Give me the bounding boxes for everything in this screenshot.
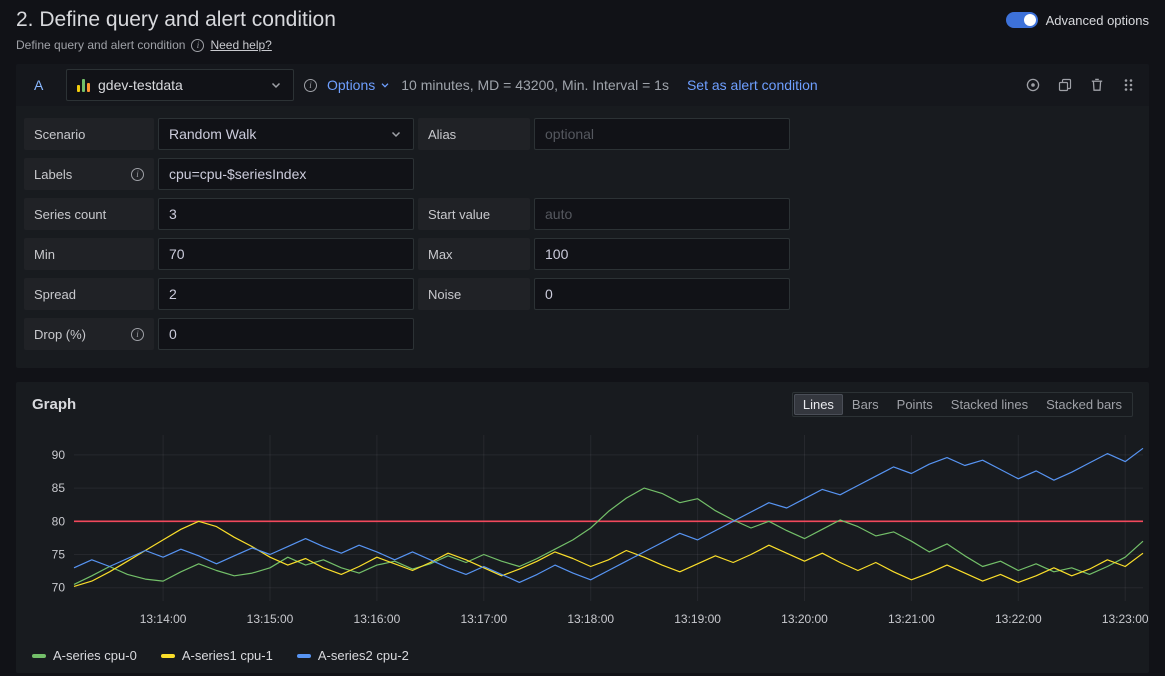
alias-label: Alias — [418, 118, 530, 150]
datasource-picker[interactable]: gdev-testdata — [66, 69, 294, 101]
query-editor-panel: A gdev-testdata i Options 10 minutes, MD… — [16, 64, 1149, 368]
form-row-drop: Drop (%) i — [24, 318, 1141, 350]
graph-panel: Graph Lines Bars Points Stacked lines St… — [16, 382, 1149, 673]
max-input[interactable] — [534, 238, 790, 270]
form-row-labels: Labels i — [24, 158, 1141, 190]
toggle-knob — [1024, 14, 1036, 26]
graph-legend: A-series cpu-0 A-series1 cpu-1 A-series2 c… — [32, 642, 1133, 665]
graph-panel-title: Graph — [32, 396, 76, 413]
svg-text:70: 70 — [52, 581, 66, 595]
noise-label: Noise — [418, 278, 530, 310]
legend-swatch — [32, 654, 46, 658]
advanced-options-toggle[interactable] — [1006, 12, 1038, 28]
query-actions — [1025, 77, 1135, 93]
chevron-down-icon — [389, 127, 403, 141]
advanced-options-control: Advanced options — [1006, 12, 1149, 28]
set-alert-condition-link[interactable]: Set as alert condition — [687, 77, 818, 93]
svg-text:13:22:00: 13:22:00 — [995, 612, 1042, 626]
page-header: 2. Define query and alert condition Adva… — [16, 8, 1149, 32]
graph-canvas[interactable]: 70 75 80 85 90 13:14:00 13:15:00 13:16:00 13:17:… — [32, 425, 1149, 637]
svg-text:13:21:00: 13:21:00 — [888, 612, 935, 626]
svg-text:13:20:00: 13:20:00 — [781, 612, 828, 626]
svg-text:13:18:00: 13:18:00 — [567, 612, 614, 626]
svg-text:85: 85 — [52, 481, 66, 495]
svg-text:13:15:00: 13:15:00 — [247, 612, 294, 626]
min-label: Min — [24, 238, 154, 270]
graph-header: Graph Lines Bars Points Stacked lines St… — [32, 392, 1133, 417]
svg-text:13:14:00: 13:14:00 — [140, 612, 187, 626]
query-form: Scenario Random Walk Alias Labels i — [16, 106, 1149, 350]
spread-label: Spread — [24, 278, 154, 310]
legend-label: A-series2 cpu-2 — [318, 648, 409, 663]
start-value-label: Start value — [418, 198, 530, 230]
query-options-toggle[interactable]: Options — [327, 77, 391, 93]
page-subtitle-row: Define query and alert condition i Need … — [16, 38, 1149, 52]
alert-define-query-page: 2. Define query and alert condition Adva… — [0, 0, 1165, 673]
drag-handle-icon[interactable] — [1121, 77, 1135, 93]
graph-mode-stacked-bars[interactable]: Stacked bars — [1037, 394, 1131, 415]
legend-swatch — [297, 654, 311, 658]
labels-input[interactable] — [158, 158, 414, 190]
legend-item[interactable]: A-series cpu-0 — [32, 648, 137, 663]
query-editor-header: A gdev-testdata i Options 10 minutes, MD… — [16, 64, 1149, 106]
duplicate-query-icon[interactable] — [1057, 77, 1073, 93]
page-subtitle: Define query and alert condition — [16, 38, 185, 52]
page-title: 2. Define query and alert condition — [16, 8, 336, 32]
graph-mode-group: Lines Bars Points Stacked lines Stacked … — [792, 392, 1133, 417]
series-count-input[interactable] — [158, 198, 414, 230]
svg-text:80: 80 — [52, 514, 66, 528]
spread-input[interactable] — [158, 278, 414, 310]
scenario-select[interactable]: Random Walk — [158, 118, 414, 150]
scenario-label: Scenario — [24, 118, 154, 150]
drop-input[interactable] — [158, 318, 414, 350]
drop-label: Drop (%) i — [24, 318, 154, 350]
form-row-spread-noise: Spread Noise — [24, 278, 1141, 310]
graph-mode-lines[interactable]: Lines — [794, 394, 843, 415]
form-row-min-max: Min Max — [24, 238, 1141, 270]
legend-label: A-series cpu-0 — [53, 648, 137, 663]
max-label: Max — [418, 238, 530, 270]
legend-swatch — [161, 654, 175, 658]
query-info-icon[interactable]: i — [304, 79, 317, 92]
legend-item[interactable]: A-series1 cpu-1 — [161, 648, 273, 663]
legend-label: A-series1 cpu-1 — [182, 648, 273, 663]
chevron-down-icon — [379, 79, 391, 91]
labels-label: Labels i — [24, 158, 154, 190]
graph-mode-stacked-lines[interactable]: Stacked lines — [942, 394, 1037, 415]
options-label: Options — [327, 77, 375, 93]
subtitle-info-icon[interactable]: i — [191, 39, 204, 52]
start-value-input[interactable] — [534, 198, 790, 230]
alias-input[interactable] — [534, 118, 790, 150]
chevron-down-icon — [269, 78, 283, 92]
labels-info-icon[interactable]: i — [131, 168, 144, 181]
query-ref-id[interactable]: A — [34, 77, 56, 93]
noise-input[interactable] — [534, 278, 790, 310]
form-row-seriescount-startvalue: Series count Start value — [24, 198, 1141, 230]
need-help-link[interactable]: Need help? — [210, 38, 271, 52]
svg-text:13:16:00: 13:16:00 — [354, 612, 401, 626]
legend-item[interactable]: A-series2 cpu-2 — [297, 648, 409, 663]
series-count-label: Series count — [24, 198, 154, 230]
delete-query-icon[interactable] — [1089, 77, 1105, 93]
datasource-name: gdev-testdata — [98, 77, 183, 93]
scenario-value: Random Walk — [169, 126, 256, 142]
drop-info-icon[interactable]: i — [131, 328, 144, 341]
graph-mode-bars[interactable]: Bars — [843, 394, 888, 415]
disable-query-icon[interactable] — [1025, 77, 1041, 93]
min-input[interactable] — [158, 238, 414, 270]
svg-text:13:23:00: 13:23:00 — [1102, 612, 1149, 626]
advanced-options-label: Advanced options — [1046, 13, 1149, 28]
svg-text:13:19:00: 13:19:00 — [674, 612, 721, 626]
svg-text:75: 75 — [52, 548, 66, 562]
graph-mode-points[interactable]: Points — [888, 394, 942, 415]
svg-text:13:17:00: 13:17:00 — [460, 612, 507, 626]
query-options-summary: 10 minutes, MD = 43200, Min. Interval = … — [401, 77, 669, 93]
svg-text:90: 90 — [52, 448, 66, 462]
datasource-icon — [77, 79, 90, 92]
form-row-scenario-alias: Scenario Random Walk Alias — [24, 118, 1141, 150]
